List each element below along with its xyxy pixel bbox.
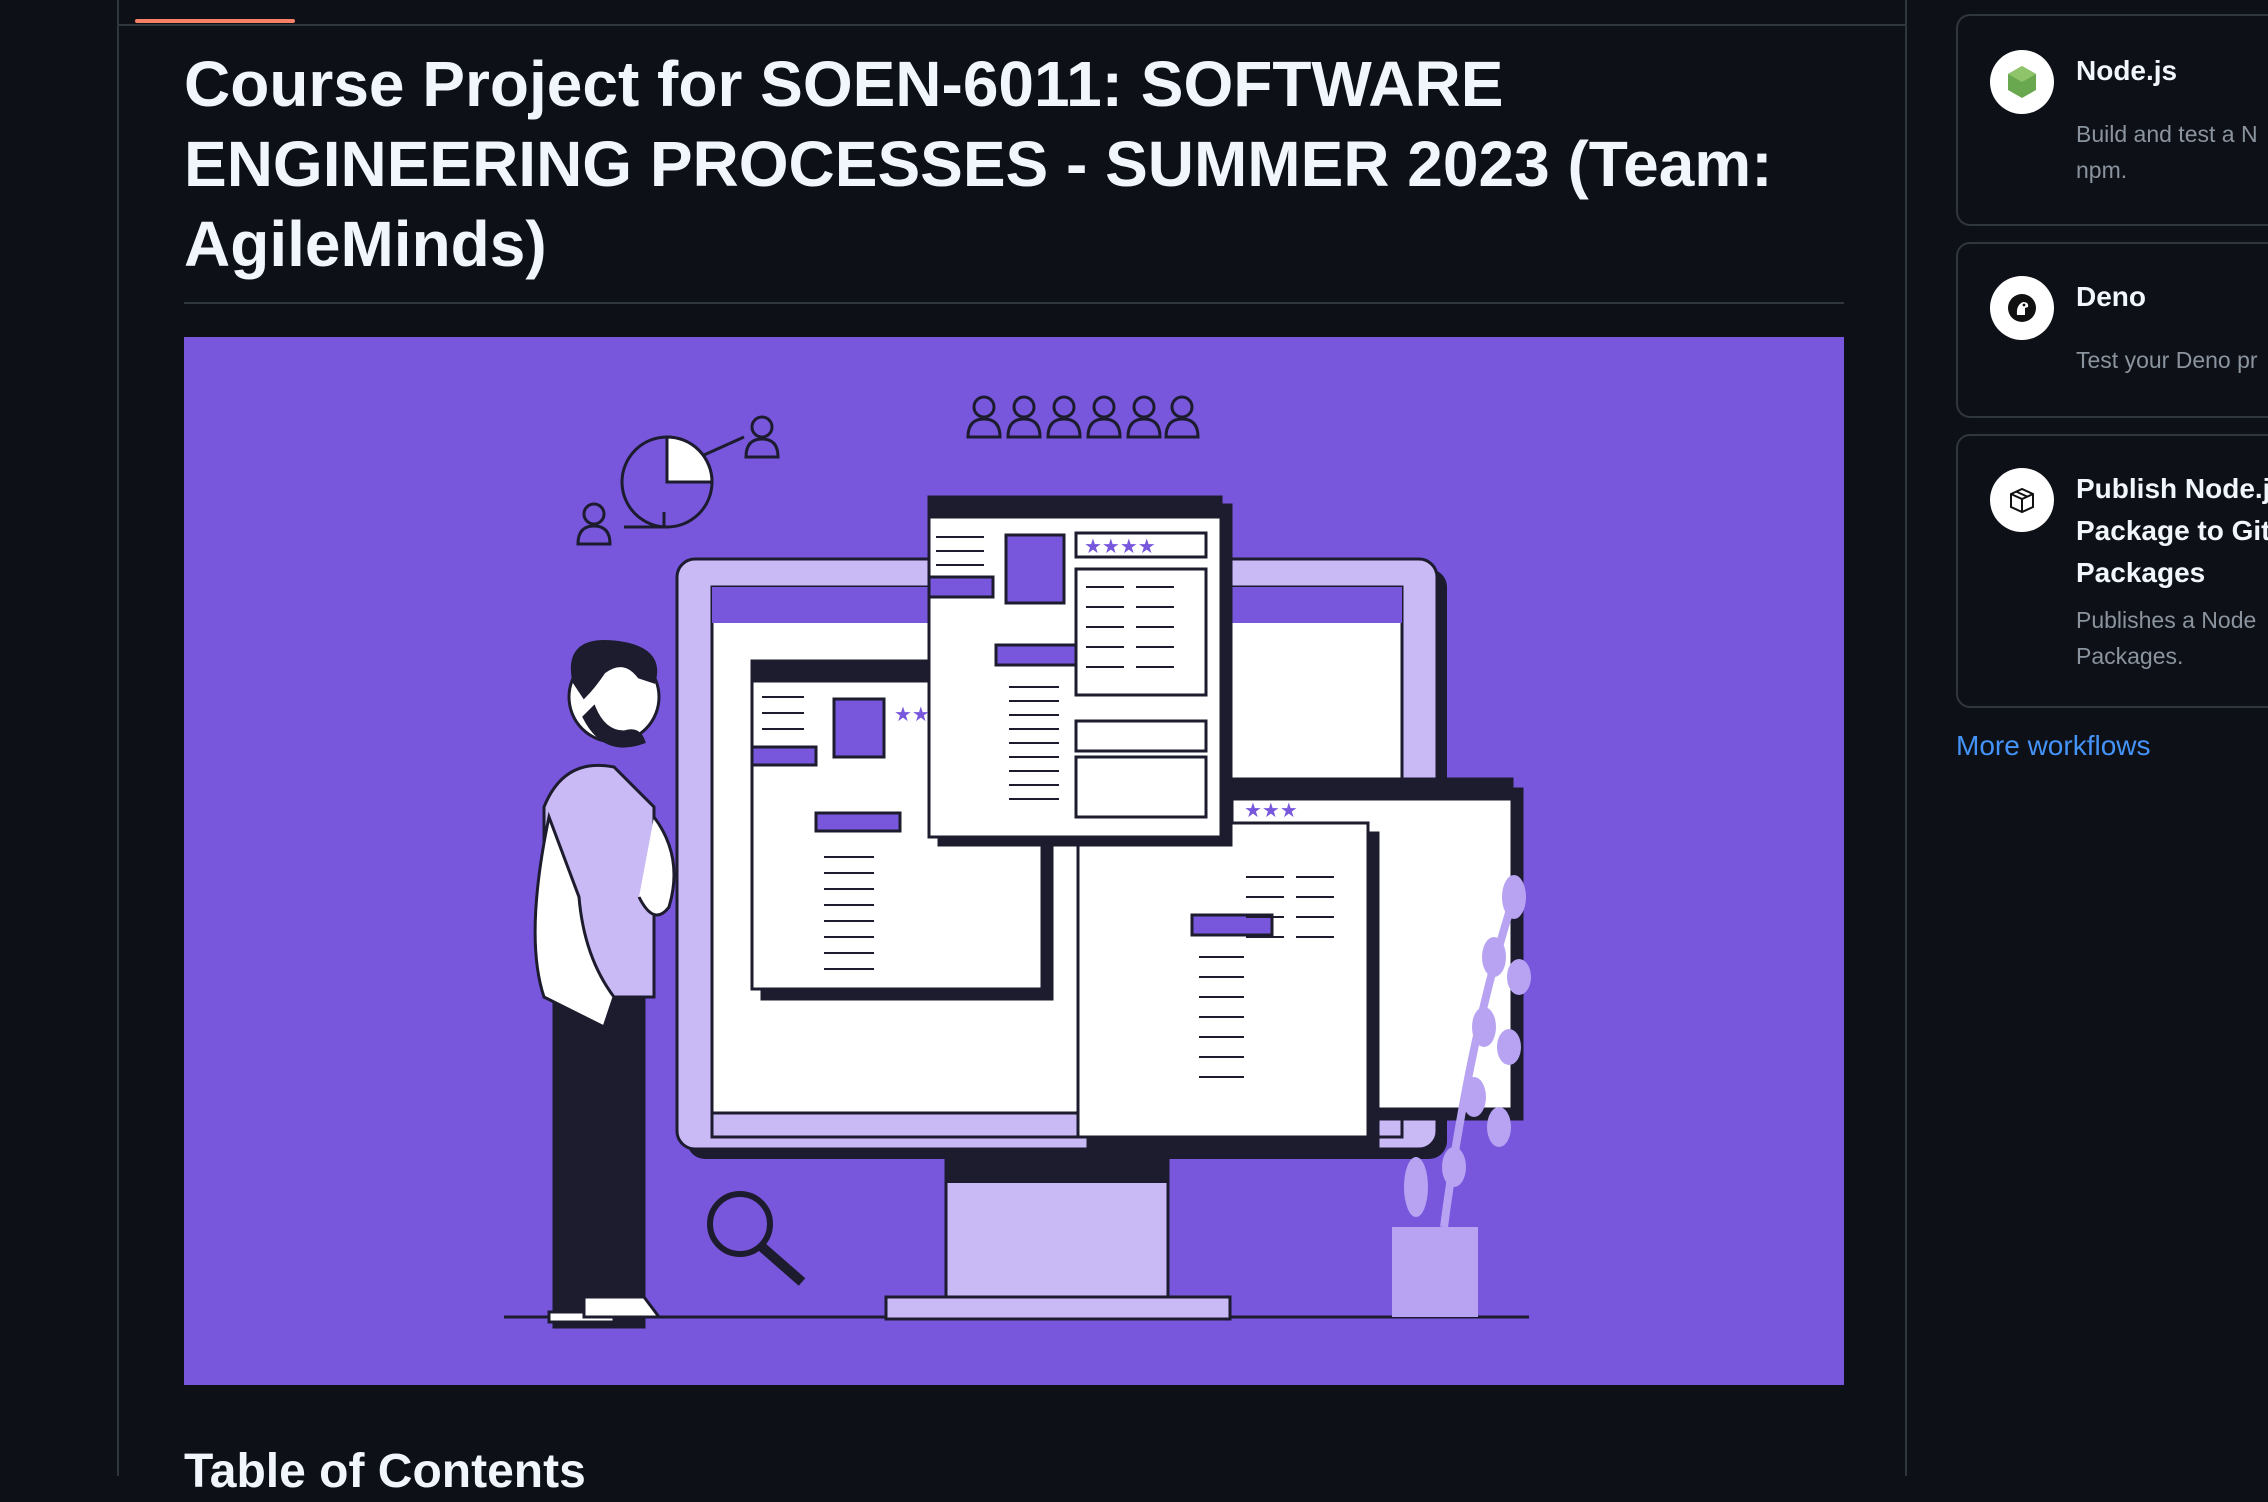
svg-text:★★★★: ★★★★ [1084,534,1156,558]
left-gutter [0,0,117,1476]
workflow-card-deno[interactable]: Deno Test your Deno pr [1956,242,2268,418]
workflow-card-publish-nodejs[interactable]: Publish Node.js Package to Git Packages … [1956,434,2268,708]
workflow-description-line: Test your Deno pr [2076,347,2258,373]
workflow-title-line[interactable]: Packages [2076,552,2268,594]
active-tab-underline [135,19,295,23]
workflow-title-line[interactable]: Publish Node.js [2076,468,2268,510]
svg-text:★★: ★★ [894,702,930,726]
workflow-title[interactable]: Deno [2076,276,2268,318]
workflow-card-nodejs[interactable]: Node.js Build and test a N npm. [1956,14,2268,226]
workflow-title[interactable]: Node.js [2076,50,2268,92]
workflow-description-line: npm. [2076,157,2128,183]
toc-heading: Table of Contents [184,1445,586,1498]
readme-title: Course Project for SOEN-6011: SOFTWARE E… [184,48,1773,280]
readme-banner-image: ★★★★ ★★★ ★★ [184,337,1844,1385]
more-workflows-link[interactable]: More workflows [1956,724,2150,768]
workflow-description-line: Packages. [2076,643,2184,669]
workflow-suggestions-sidebar: Node.js Build and test a N npm. Deno Tes… [1907,0,2268,1476]
title-divider [184,302,1844,304]
deno-icon [1990,276,2054,340]
package-icon [1990,468,2054,532]
banner-illustration: ★★★★ ★★★ ★★ [504,395,1531,1329]
nodejs-icon [1990,50,2054,114]
workflow-description-line: Publishes a Node [2076,607,2257,633]
readme-panel: Course Project for SOEN-6011: SOFTWARE E… [117,0,1907,1498]
workflow-description-line: Build and test a N [2076,121,2258,147]
workflow-title-line[interactable]: Package to Git [2076,510,2268,552]
svg-text:★★★: ★★★ [1244,798,1298,822]
readme-tabbar [119,0,1905,26]
